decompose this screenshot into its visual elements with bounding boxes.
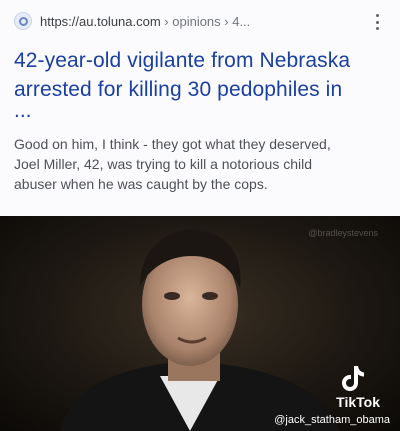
video-watermark: @bradleystevens [308,228,378,238]
tiktok-video-frame[interactable]: @bradleystevens TikTok @jack_statham_oba… [0,216,400,431]
result-headline-link[interactable]: 42-year-old vigilante from Nebraska arre… [14,46,386,104]
result-snippet: Good on him, I think - they got what the… [14,134,386,194]
tiktok-logo-icon [342,366,364,391]
result-url-row[interactable]: https://au.toluna.com › opinions › 4... [14,10,386,32]
headline-ellipsis: ... [14,99,32,122]
snippet-line: abuser when he was caught by the cops. [14,176,268,192]
search-result-card[interactable]: https://au.toluna.com › opinions › 4... … [0,0,400,216]
snippet-line: Joel Miller, 42, was trying to kill a no… [14,156,313,172]
result-url-path: › opinions › 4... [160,13,251,29]
headline-line: 42-year-old vigilante from Nebraska [14,49,351,72]
tiktok-watermark: TikTok @jack_statham_obama [274,364,390,426]
tiktok-brand-label: TikTok [336,394,380,410]
result-url-domain: https://au.toluna.com [40,13,161,29]
headline-line: arrested for killing 30 pedophiles in [14,78,343,101]
result-url[interactable]: https://au.toluna.com › opinions › 4... [40,14,250,29]
more-vert-icon[interactable] [374,14,380,30]
globe-icon [14,12,32,30]
snippet-line: Good on him, I think - they got what the… [14,136,331,152]
tiktok-username[interactable]: @jack_statham_obama [274,414,390,426]
